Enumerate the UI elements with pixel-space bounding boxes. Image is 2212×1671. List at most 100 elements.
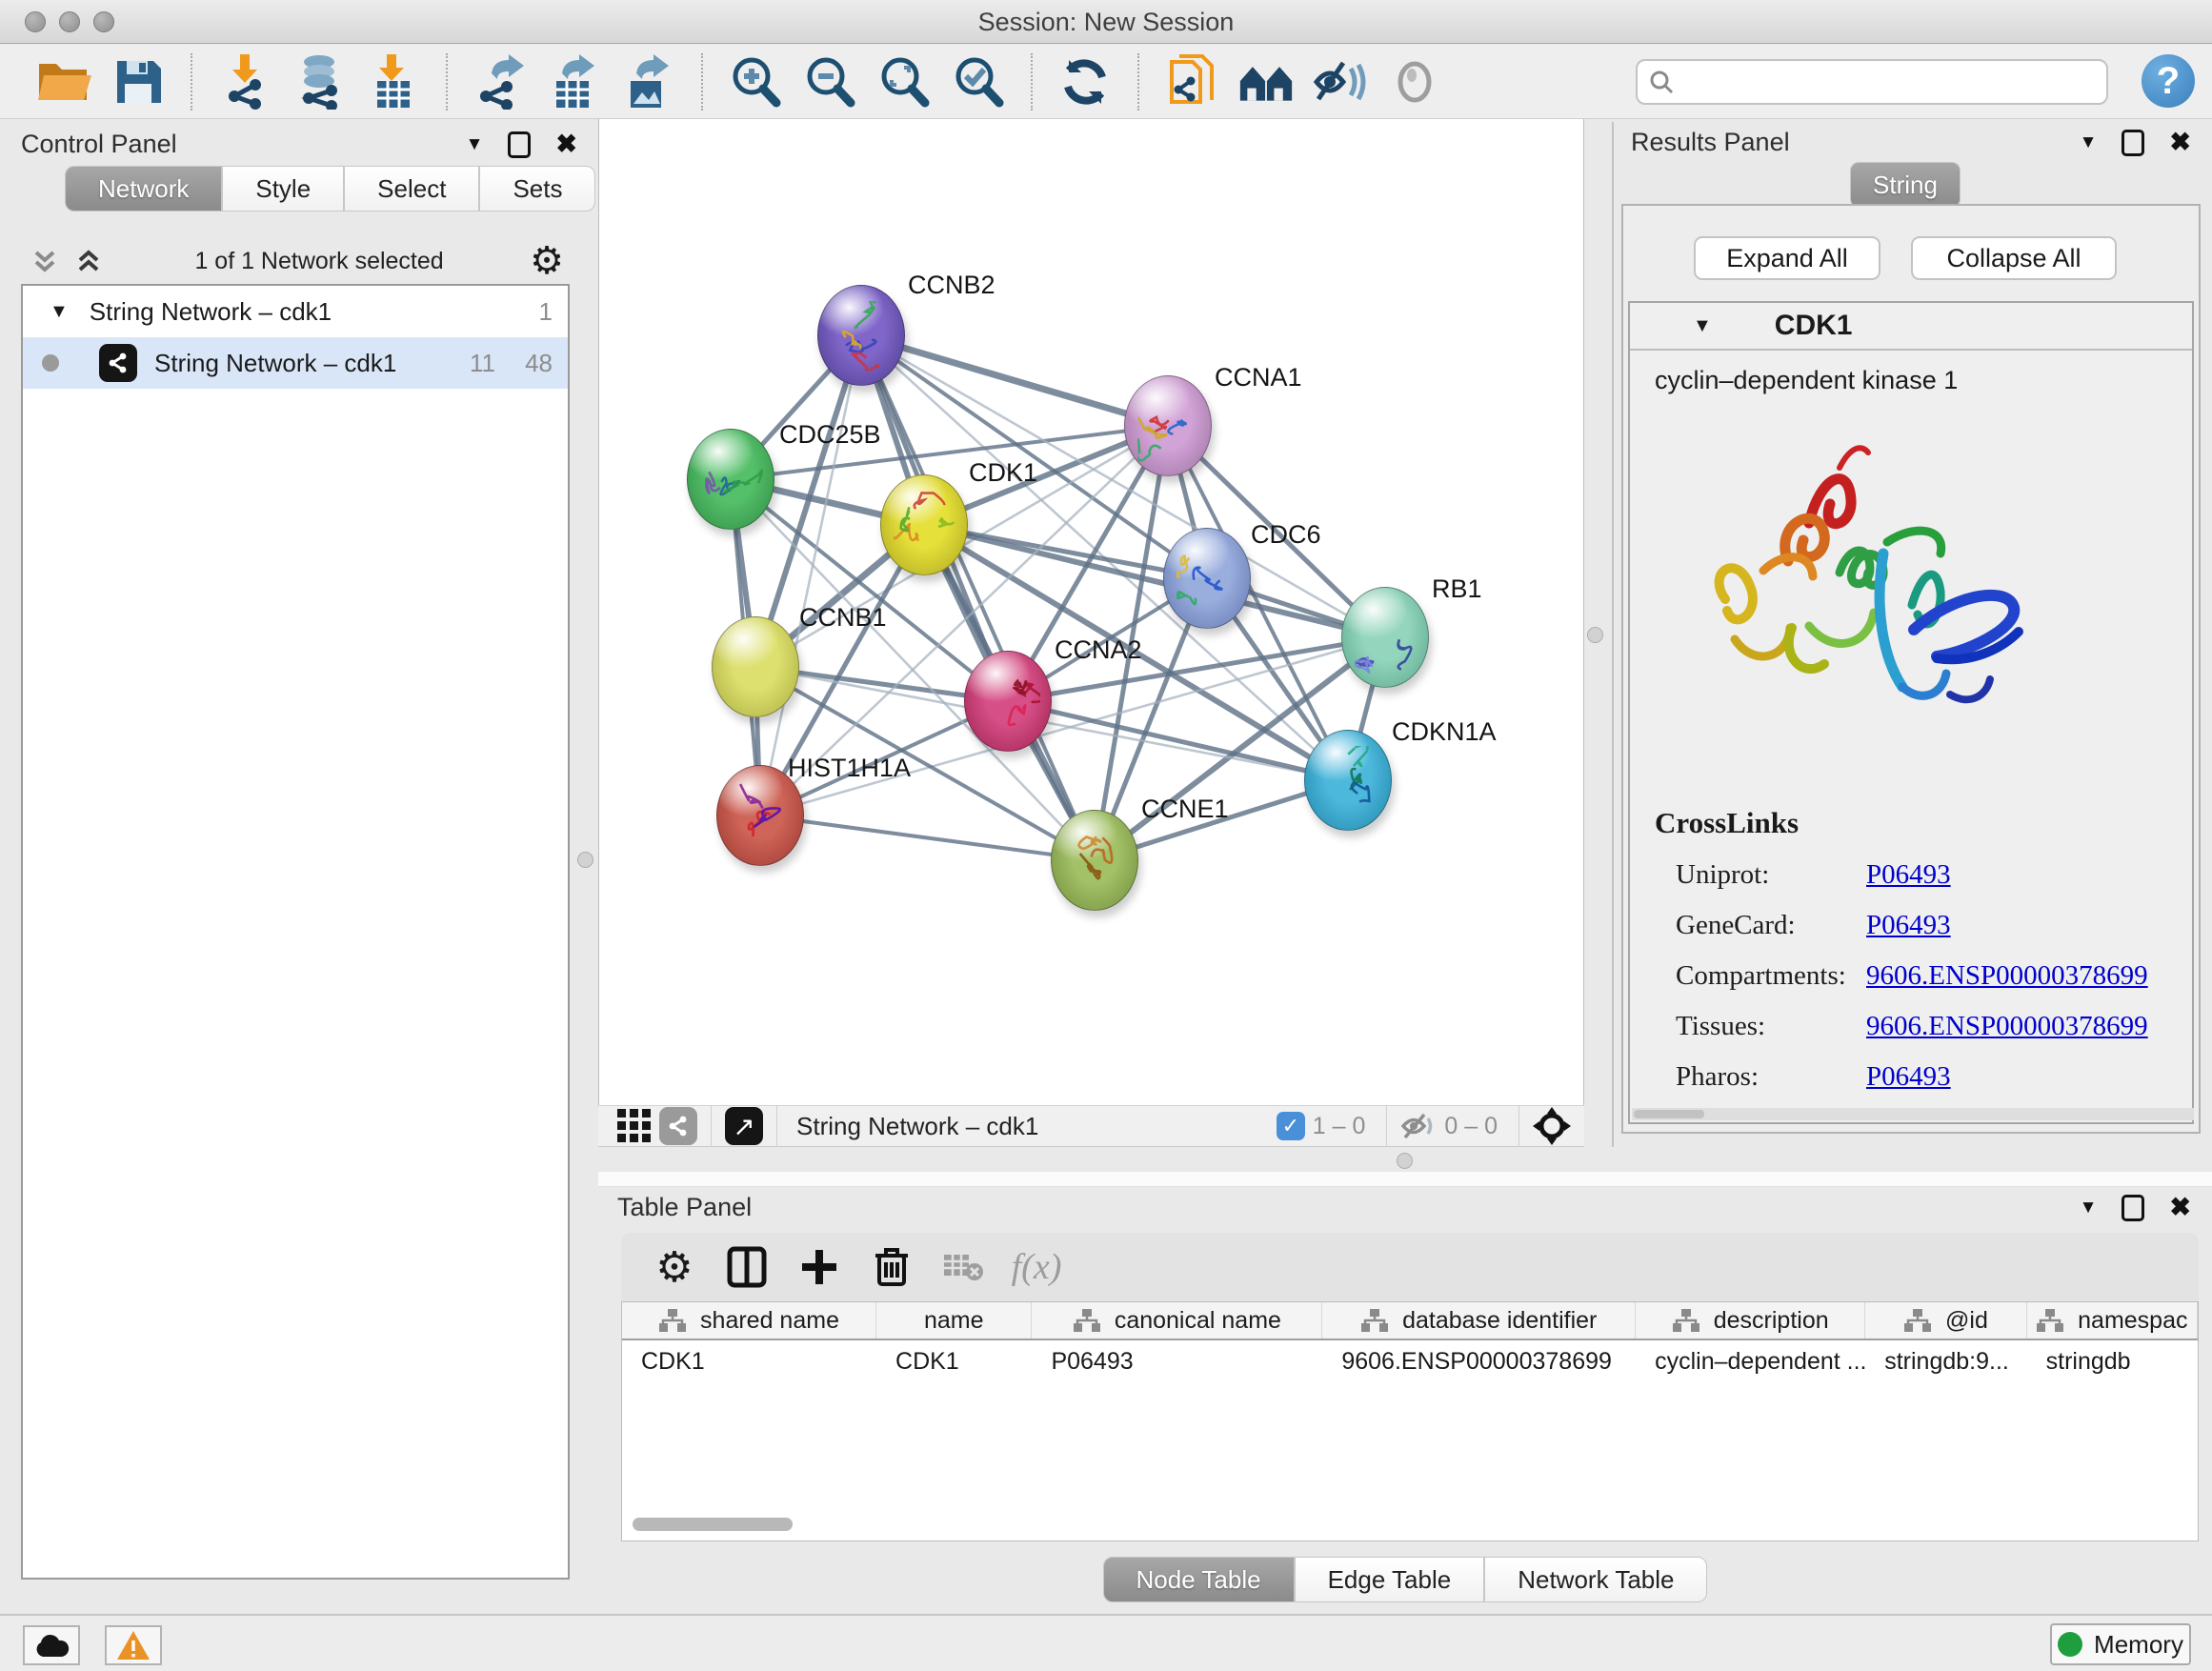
tree-expander-icon[interactable]: ▼: [50, 301, 69, 323]
open-external-icon[interactable]: ↗: [725, 1107, 763, 1145]
close-panel-icon[interactable]: ✖: [555, 130, 577, 159]
network-node-ccne1[interactable]: [1051, 810, 1138, 911]
hidden-eye-icon[interactable]: [1400, 1111, 1437, 1141]
crosshair-icon[interactable]: [1533, 1107, 1571, 1145]
network-node-cdc6[interactable]: [1163, 528, 1251, 629]
column-header-shared-name[interactable]: shared name: [622, 1302, 876, 1339]
zoom-selected-icon[interactable]: [951, 54, 1006, 110]
export-network-icon[interactable]: [473, 54, 528, 110]
float-panel-icon[interactable]: [508, 131, 531, 158]
results-tab-string[interactable]: String: [1850, 162, 1961, 208]
network-edge[interactable]: [760, 335, 861, 815]
table-scrollbar-thumb[interactable]: [633, 1518, 793, 1531]
column-header-database-identifier[interactable]: database identifier: [1322, 1302, 1636, 1339]
crosslink-link[interactable]: 9606.ENSP00000378699: [1866, 960, 2148, 992]
network-node-ccnb1[interactable]: [712, 616, 799, 717]
search-field[interactable]: [1636, 59, 2108, 105]
open-folder-icon[interactable]: [36, 54, 91, 110]
crosslink-link[interactable]: P06493: [1866, 910, 1951, 941]
float-panel-icon[interactable]: [2122, 130, 2144, 156]
table-cell[interactable]: 9606.ENSP00000378699: [1322, 1340, 1636, 1382]
crosslink-link[interactable]: P06493: [1866, 859, 1951, 891]
left-splitter-handle[interactable]: [577, 852, 593, 868]
warning-icon[interactable]: [105, 1625, 162, 1665]
homes-icon[interactable]: [1238, 54, 1294, 110]
expand-all-tree-icon[interactable]: [30, 247, 59, 275]
tab-network-table[interactable]: Network Table: [1484, 1557, 1707, 1602]
refresh-icon[interactable]: [1057, 54, 1113, 110]
table-cell[interactable]: cyclin–dependent ...: [1636, 1340, 1865, 1382]
close-panel-icon[interactable]: ✖: [2169, 1193, 2191, 1222]
table-cell[interactable]: CDK1: [622, 1340, 876, 1382]
gene-expander-icon[interactable]: ▼: [1693, 315, 1712, 337]
crosslink-link[interactable]: P06493: [1866, 1061, 1951, 1093]
export-table-icon[interactable]: [547, 54, 602, 110]
network-edge[interactable]: [861, 335, 1168, 426]
column-header-description[interactable]: description: [1636, 1302, 1865, 1339]
tab-edge-table[interactable]: Edge Table: [1295, 1557, 1485, 1602]
network-row[interactable]: String Network – cdk1 11 48: [23, 337, 568, 389]
table-scrollbar[interactable]: [621, 1515, 2199, 1534]
search-input[interactable]: [1681, 69, 2081, 95]
help-icon[interactable]: ?: [2142, 54, 2195, 108]
gear-icon[interactable]: ⚙: [649, 1241, 700, 1293]
network-node-rb1[interactable]: [1341, 587, 1429, 688]
collapse-panel-icon[interactable]: ▼: [466, 134, 484, 155]
column-header-namespac[interactable]: namespac: [2027, 1302, 2198, 1339]
network-node-ccna2[interactable]: [964, 651, 1052, 752]
close-panel-icon[interactable]: ✖: [2169, 128, 2191, 157]
network-node-cdkn1a[interactable]: [1304, 730, 1392, 831]
table-row[interactable]: CDK1CDK1P064939606.ENSP00000378699cyclin…: [622, 1340, 2198, 1382]
zoom-in-icon[interactable]: [728, 54, 783, 110]
import-table-icon[interactable]: [366, 54, 421, 110]
tab-node-table[interactable]: Node Table: [1103, 1557, 1295, 1602]
export-image-icon[interactable]: [621, 54, 676, 110]
collapse-all-button[interactable]: Collapse All: [1911, 236, 2117, 280]
delete-table-icon[interactable]: [938, 1241, 990, 1293]
network-node-cdc25b[interactable]: [687, 429, 774, 530]
tab-network[interactable]: Network: [65, 166, 222, 211]
results-scrollbar-thumb[interactable]: [1634, 1110, 1704, 1118]
save-icon[interactable]: [111, 54, 166, 110]
table-cell[interactable]: P06493: [1032, 1340, 1322, 1382]
function-builder-icon[interactable]: f(x): [1011, 1241, 1062, 1293]
column-header--id[interactable]: @id: [1865, 1302, 2026, 1339]
table-cell[interactable]: stringdb:9...: [1865, 1340, 2026, 1382]
delete-column-icon[interactable]: [866, 1241, 917, 1293]
tab-select[interactable]: Select: [344, 166, 479, 211]
memory-button[interactable]: Memory: [2050, 1623, 2191, 1665]
selected-checkbox-icon[interactable]: ✓: [1277, 1112, 1305, 1140]
add-column-icon[interactable]: [794, 1241, 845, 1293]
network-node-cdk1[interactable]: [880, 474, 968, 575]
network-collection-row[interactable]: ▼ String Network – cdk1 1: [23, 286, 568, 337]
tab-sets[interactable]: Sets: [479, 166, 595, 211]
eye-slash-icon[interactable]: [1313, 54, 1368, 110]
import-network-icon[interactable]: [217, 54, 272, 110]
collapse-panel-icon[interactable]: ▼: [2080, 132, 2098, 153]
network-share-view-icon[interactable]: [659, 1107, 697, 1145]
collapse-all-tree-icon[interactable]: [74, 247, 103, 275]
column-header-canonical-name[interactable]: canonical name: [1032, 1302, 1322, 1339]
expand-all-button[interactable]: Expand All: [1694, 236, 1880, 280]
bottom-splitter-handle[interactable]: [1397, 1153, 1413, 1169]
collapse-panel-icon[interactable]: ▼: [2080, 1198, 2098, 1218]
table-cell[interactable]: CDK1: [876, 1340, 1032, 1382]
right-splitter-handle[interactable]: [1587, 627, 1603, 643]
eye-icon[interactable]: [1387, 54, 1442, 110]
network-edge[interactable]: [760, 815, 1095, 860]
import-database-icon[interactable]: [292, 54, 347, 110]
network-node-ccnb2[interactable]: [817, 285, 905, 386]
grid-view-icon[interactable]: [613, 1105, 655, 1147]
document-share-icon[interactable]: [1164, 54, 1219, 110]
float-panel-icon[interactable]: [2122, 1195, 2144, 1221]
network-edge[interactable]: [1008, 701, 1348, 780]
columns-icon[interactable]: [721, 1241, 773, 1293]
zoom-out-icon[interactable]: [802, 54, 857, 110]
tab-style[interactable]: Style: [222, 166, 344, 211]
results-scrollbar[interactable]: [1632, 1108, 2194, 1120]
cloud-status-icon[interactable]: [23, 1625, 80, 1665]
column-header-name[interactable]: name: [876, 1302, 1032, 1339]
crosslink-link[interactable]: 9606.ENSP00000378699: [1866, 1011, 2148, 1042]
network-canvas[interactable]: CCNB2CCNA1CDC25BCDK1CDC6RB1CCNB1CCNA2CDK…: [598, 119, 1584, 1105]
gear-icon[interactable]: ⚙: [530, 239, 564, 283]
